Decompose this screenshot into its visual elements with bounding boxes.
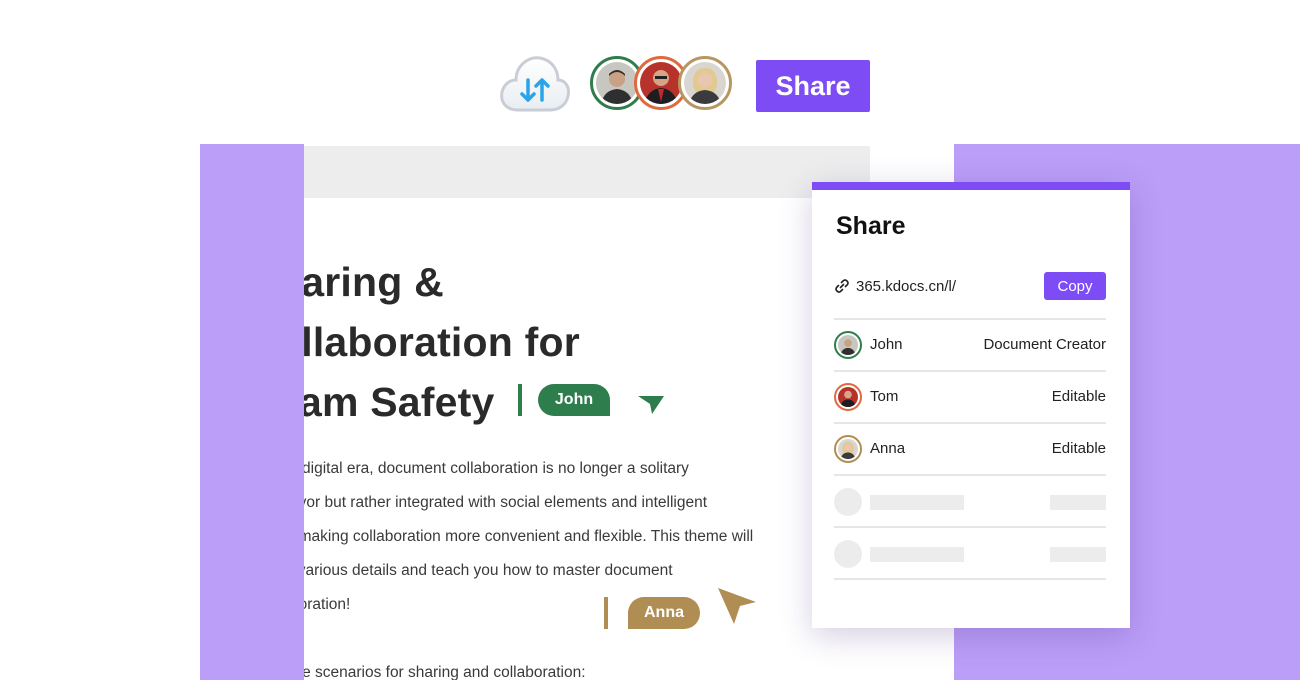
skeleton-name (870, 547, 964, 562)
skeleton-avatar (834, 540, 862, 568)
anna-pointer-icon (718, 588, 756, 624)
user-row-placeholder (834, 528, 1106, 580)
user-name: Anna (870, 440, 906, 457)
document-header-bar (304, 146, 870, 198)
skeleton-avatar (834, 488, 862, 516)
user-row-anna[interactable]: Anna Editable (834, 424, 1106, 476)
user-row-john[interactable]: John Document Creator (834, 320, 1106, 372)
anna-text-cursor (604, 597, 608, 629)
john-cursor-tag: John (538, 384, 610, 416)
collaborator-avatars[interactable] (590, 56, 740, 116)
user-role[interactable]: Editable (1052, 440, 1106, 457)
link-icon (835, 279, 849, 293)
document-body[interactable]: s digital era, document collaboration is… (304, 452, 790, 680)
anna-cursor-tag: Anna (628, 597, 700, 629)
body-line: ple scenarios for sharing and collaborat… (304, 664, 586, 680)
user-name: John (870, 336, 903, 353)
john-text-cursor (518, 384, 522, 416)
user-name: Tom (870, 388, 899, 405)
avatar-john (834, 331, 862, 359)
user-row-placeholder (834, 476, 1106, 528)
skeleton-name (870, 495, 964, 510)
share-link-url[interactable]: 365.kdocs.cn/l/ (856, 278, 956, 295)
avatar-tom (834, 383, 862, 411)
john-pointer-icon (638, 396, 664, 414)
body-line: , making collaboration more convenient a… (304, 528, 754, 545)
body-line: avor but rather integrated with social e… (304, 494, 708, 511)
title-line: ollaboration for (304, 319, 580, 365)
title-line: haring & (304, 259, 444, 305)
share-panel[interactable]: Share 365.kdocs.cn/l/ Copy John Document… (812, 182, 1130, 628)
user-role[interactable]: Editable (1052, 388, 1106, 405)
avatar-anna[interactable] (678, 56, 732, 110)
avatar-anna (834, 435, 862, 463)
body-line: l various details and teach you how to m… (304, 562, 673, 579)
share-link-row: 365.kdocs.cn/l/ Copy (834, 272, 1106, 320)
share-panel-title: Share (836, 212, 906, 240)
share-button[interactable]: Share (756, 60, 870, 112)
copy-link-button[interactable]: Copy (1044, 272, 1106, 300)
body-line: s digital era, document collaboration is… (304, 460, 689, 477)
skeleton-role (1050, 547, 1106, 562)
cloud-sync-icon[interactable] (498, 54, 572, 116)
user-row-tom[interactable]: Tom Editable (834, 372, 1106, 424)
user-role[interactable]: Document Creator (983, 336, 1106, 353)
backdrop-left (200, 144, 304, 680)
skeleton-role (1050, 495, 1106, 510)
